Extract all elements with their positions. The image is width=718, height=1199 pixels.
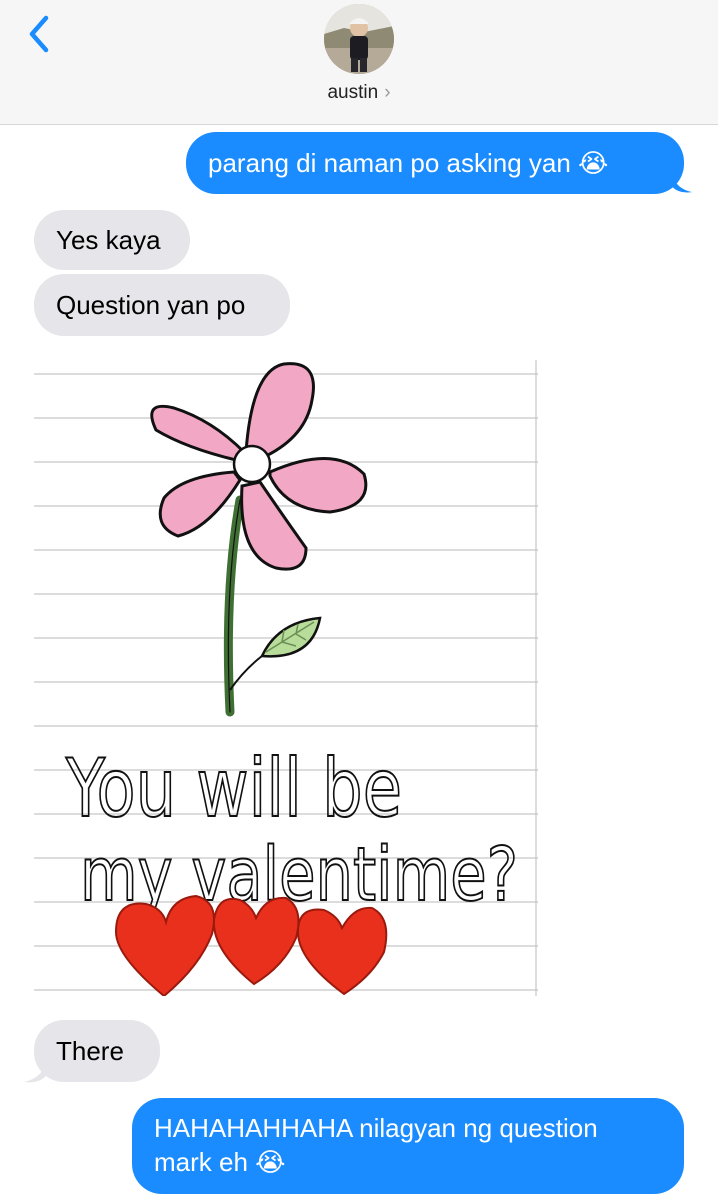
contact-name-button[interactable]: austin › bbox=[0, 82, 718, 104]
chevron-right-icon: › bbox=[384, 82, 391, 103]
back-button[interactable] bbox=[22, 12, 62, 56]
message-bubble-outgoing[interactable]: parang di naman po asking yan 😭 bbox=[186, 132, 684, 194]
bubble-tail bbox=[24, 1062, 46, 1083]
avatar[interactable] bbox=[324, 4, 394, 74]
message-text: Yes kaya bbox=[56, 225, 161, 255]
contact-name: austin bbox=[327, 82, 379, 103]
message-bubble-incoming[interactable]: Yes kaya bbox=[34, 210, 190, 270]
message-text: There bbox=[56, 1036, 124, 1066]
message-bubble-outgoing[interactable]: HAHAHAHHAHA nilagyan ng question mark eh… bbox=[132, 1098, 684, 1194]
message-bubble-incoming[interactable]: There bbox=[34, 1020, 160, 1082]
message-text-line-1: HAHAHAHHAHA nilagyan ng question bbox=[154, 1113, 598, 1143]
handwriting-line-1: You will be bbox=[65, 742, 402, 835]
image-attachment[interactable]: You will be my valentime? bbox=[34, 360, 538, 996]
contact-photo bbox=[324, 4, 394, 74]
message-text-line-2: mark eh 😭 bbox=[154, 1147, 286, 1177]
chevron-left-icon bbox=[29, 15, 49, 53]
message-text: parang di naman po asking yan 😭 bbox=[208, 148, 609, 178]
valentine-drawing: You will be my valentime? bbox=[34, 360, 538, 996]
bubble-tail bbox=[672, 174, 692, 193]
conversation-header: austin › bbox=[0, 0, 718, 125]
message-text: Question yan po bbox=[56, 290, 246, 320]
message-bubble-incoming[interactable]: Question yan po bbox=[34, 274, 290, 336]
